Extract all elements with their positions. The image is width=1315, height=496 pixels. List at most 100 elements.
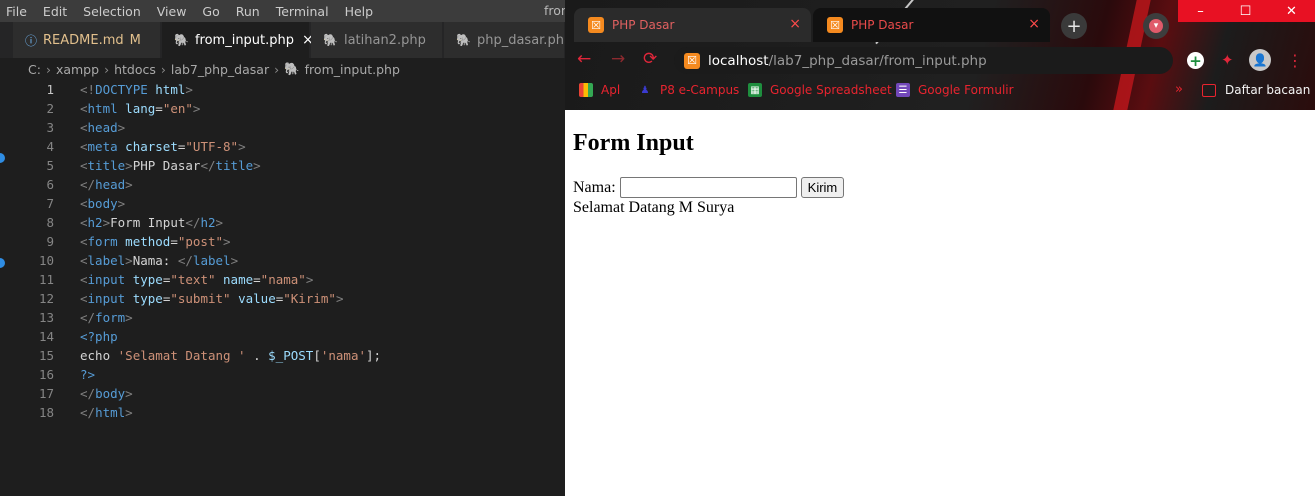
php-string: 'Selamat Datang ' [117, 348, 246, 363]
code-line: 16 ?> [0, 365, 565, 384]
tab-label: README.md [43, 32, 124, 48]
menu-run[interactable]: Run [236, 4, 260, 19]
input-form: Nama: Kirim [573, 177, 845, 198]
tag-name: title [215, 158, 254, 173]
attr-value: "en" [162, 101, 193, 116]
tag-bracket: > [223, 234, 231, 249]
text-content: Form Input [110, 215, 186, 230]
add-icon[interactable]: + [1187, 52, 1204, 70]
chevron-right-icon: › [274, 61, 280, 77]
tag-bracket: > [117, 120, 126, 135]
tag-bracket: > [215, 215, 224, 230]
tab-readme[interactable]: ⓘ README.md M [13, 22, 161, 58]
php-bracket: ]; [366, 348, 382, 363]
line-number: 13 [38, 310, 54, 325]
line-number: 17 [38, 386, 54, 401]
tag-bracket: > [238, 139, 246, 154]
bookmark-formulir[interactable]: ☰ Google Formulir [896, 83, 1014, 97]
code-line: 11 <input type="text" name="nama"> [0, 270, 565, 289]
close-icon[interactable]: × [789, 16, 801, 32]
tab-latihan2[interactable]: 🐘 latihan2.php [311, 22, 443, 58]
tag-bracket: < [80, 272, 88, 287]
window-close-button[interactable]: ✕ [1268, 0, 1315, 22]
line-number: 16 [38, 367, 54, 382]
tag-bracket: </ [80, 386, 96, 401]
kebab-menu-icon[interactable]: ⋮ [1287, 51, 1303, 70]
minimize-button[interactable]: – [1178, 0, 1223, 22]
attr-name: charset [117, 139, 178, 154]
tag-bracket: </ [80, 177, 96, 192]
bookmark-e-campus[interactable]: ♟ P8 e-Campus [638, 83, 740, 97]
tab-search-button[interactable]: ▾ [1143, 13, 1169, 39]
menu-file[interactable]: File [6, 4, 27, 19]
breadcrumb-item[interactable]: lab7_php_dasar [171, 62, 269, 77]
php-operator: . [245, 348, 269, 363]
line-number: 15 [38, 348, 54, 363]
reading-list-label: Daftar bacaan [1225, 83, 1311, 97]
chrome-window: ☒ PHP Dasar × ☒ PHP Dasar × + ▾ – ☐ ✕ ← … [565, 0, 1315, 496]
tag-bracket: > [125, 253, 133, 268]
bookmarks-overflow-button[interactable]: » [1175, 82, 1183, 97]
attr-value: "Kirim" [283, 291, 336, 306]
php-variable: $_POST [268, 348, 314, 363]
attr-value: "post" [177, 234, 224, 249]
line-number: 18 [38, 405, 54, 420]
tag-bracket: > [335, 291, 344, 306]
tag-bracket: > [125, 405, 133, 420]
tag-bracket: < [80, 139, 88, 154]
chevron-right-icon: › [45, 61, 51, 77]
breadcrumb-item[interactable]: from_input.php [305, 62, 400, 77]
code-line: 8 <h2>Form Input</h2> [0, 213, 565, 232]
editor-tab-bar: ⓘ README.md M 🐘 from_input.php × 🐘 latih… [0, 22, 565, 58]
php-icon: 🐘 [456, 33, 471, 47]
menu-go[interactable]: Go [202, 4, 219, 19]
tag-bracket: > [192, 101, 201, 116]
breadcrumb-item[interactable]: xampp [56, 62, 99, 77]
reload-button[interactable]: ⟳ [643, 49, 657, 69]
menu-bar: File Edit Selection View Go Run Terminal… [0, 0, 565, 22]
line-number: 14 [38, 329, 54, 344]
code-line: 15 echo 'Selamat Datang ' . $_POST['nama'… [0, 346, 565, 365]
reading-list-button[interactable]: Daftar bacaan [1202, 83, 1310, 97]
web-page: Form Input Nama: Kirim Selamat Datang M … [565, 110, 1315, 496]
menu-view[interactable]: View [157, 4, 187, 19]
line-number: 5 [46, 158, 54, 173]
tag-name: title [87, 158, 126, 173]
tag-bracket: > [125, 177, 133, 192]
tag-bracket: </ [80, 405, 96, 420]
tag-name: DOCTYPE [95, 82, 148, 97]
php-icon: 🐘 [174, 33, 189, 47]
tag-name: html [87, 101, 118, 116]
new-tab-button[interactable]: + [1061, 13, 1087, 39]
breadcrumb-item[interactable]: htdocs [114, 62, 156, 77]
address-bar[interactable]: ☒ localhost/lab7_php_dasar/from_input.ph… [674, 47, 1173, 74]
tab-php-dasar[interactable]: 🐘 php_dasar.php [444, 22, 565, 58]
menu-selection[interactable]: Selection [83, 4, 141, 19]
forward-button[interactable]: → [611, 49, 625, 69]
code-line: 2 <html lang="en"> [0, 99, 565, 118]
back-button[interactable]: ← [577, 49, 591, 69]
line-number: 8 [46, 215, 54, 230]
name-input[interactable] [619, 177, 797, 198]
tag-name: label [192, 253, 231, 268]
submit-button[interactable]: Kirim [800, 177, 845, 198]
code-editor[interactable]: 1 <!DOCTYPE html> 2 <html lang="en"> 3 <hea… [0, 80, 565, 422]
avatar[interactable]: 👤 [1249, 49, 1271, 71]
close-icon[interactable]: × [1028, 16, 1040, 32]
code-line: 18 </html> [0, 403, 565, 422]
tab-from-input[interactable]: 🐘 from_input.php × [162, 22, 314, 58]
menu-edit[interactable]: Edit [43, 4, 67, 19]
browser-tab[interactable]: ☒ PHP Dasar × [574, 8, 811, 42]
menu-help[interactable]: Help [345, 4, 374, 19]
breadcrumb-item[interactable]: C: [28, 62, 41, 77]
browser-tab-active[interactable]: ☒ PHP Dasar × [813, 8, 1050, 42]
menu-terminal[interactable]: Terminal [276, 4, 329, 19]
tag-bracket: </ [80, 310, 96, 325]
vscode-window: File Edit Selection View Go Run Terminal… [0, 0, 565, 496]
tag-name: body [87, 196, 118, 211]
bookmark-apps[interactable]: Apl [579, 83, 620, 97]
extensions-icon[interactable]: ✦ [1221, 51, 1234, 69]
tag-bracket: < [80, 196, 88, 211]
maximize-button[interactable]: ☐ [1223, 0, 1268, 22]
bookmark-spreadsheet[interactable]: ▦ Google Spreadsheet [748, 83, 892, 97]
